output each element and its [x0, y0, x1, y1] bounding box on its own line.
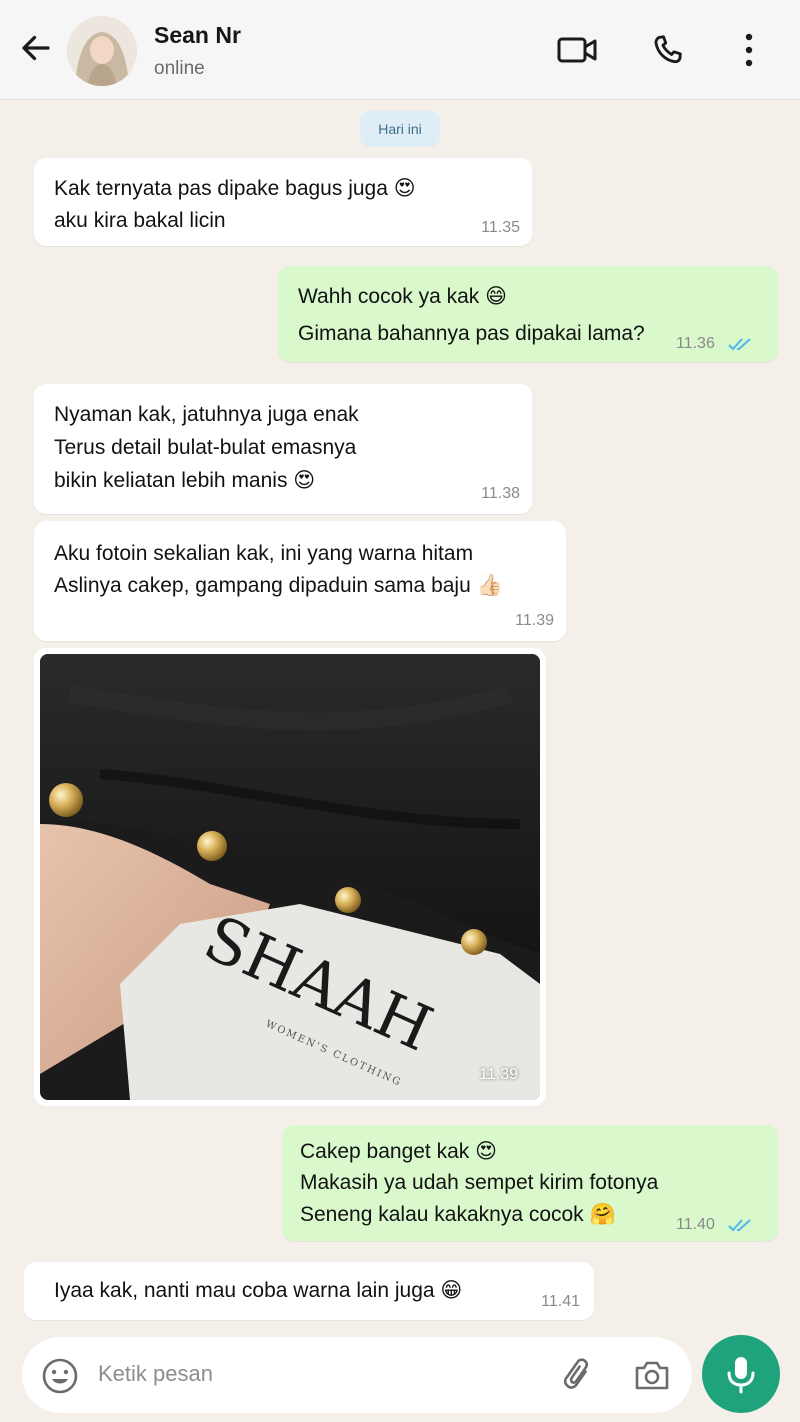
message-line: bikin keliatan lebih manis 😍	[54, 469, 316, 492]
message-line: Kak ternyata pas dipake bagus juga 😍	[54, 177, 416, 200]
mic-icon	[727, 1357, 755, 1394]
voice-record-button[interactable]	[702, 1335, 780, 1413]
message-line: Seneng kalau kakaknya cocok 🤗	[300, 1203, 616, 1226]
message-time: 11.39	[515, 612, 554, 629]
message-line: Gimana bahannya pas dipakai lama?	[298, 322, 645, 345]
message-time: 11.40	[676, 1216, 715, 1233]
message-line: Nyaman kak, jatuhnya juga enak	[54, 403, 359, 426]
emoji-icon	[42, 1358, 78, 1394]
photo-message[interactable]: SHAAH WOMEN'S CLOTHING 11.39	[34, 648, 546, 1106]
message-line: Iyaa kak, nanti mau coba warna lain juga…	[54, 1279, 463, 1302]
avatar[interactable]	[67, 16, 137, 86]
message-line: Aku fotoin sekalian kak, ini yang warna …	[54, 542, 474, 565]
more-vert-icon	[745, 33, 753, 67]
read-ticks-icon	[728, 1219, 751, 1232]
message-time: 11.41	[541, 1293, 580, 1310]
attach-icon	[563, 1358, 589, 1389]
message-composer: Ketik pesan	[22, 1337, 692, 1413]
voice-call-button[interactable]	[646, 28, 690, 72]
photo-image: SHAAH WOMEN'S CLOTHING	[40, 654, 540, 1100]
phone-icon	[654, 35, 682, 64]
attach-button[interactable]	[558, 1355, 598, 1395]
emoji-button[interactable]	[40, 1356, 80, 1396]
camera-button[interactable]	[632, 1355, 672, 1395]
chat-header: Sean Nr online	[0, 0, 800, 100]
message-bubble-outgoing[interactable]: Wahh cocok ya kak 😄 Gimana bahannya pas …	[278, 266, 778, 362]
message-line: Terus detail bulat-bulat emasnya	[54, 436, 357, 459]
avatar-image	[67, 16, 137, 86]
message-line: Wahh cocok ya kak 😄	[298, 285, 508, 308]
back-arrow-icon	[22, 35, 50, 61]
video-call-icon	[557, 37, 597, 63]
back-button[interactable]	[16, 28, 56, 68]
video-call-button[interactable]	[555, 28, 599, 72]
photo-time: 11.39	[479, 1066, 518, 1083]
message-bubble-incoming[interactable]: Aku fotoin sekalian kak, ini yang warna …	[34, 521, 566, 641]
message-bubble-outgoing[interactable]: Cakep banget kak 😍 Makasih ya udah sempe…	[282, 1125, 778, 1241]
contact-name[interactable]: Sean Nr	[154, 22, 241, 49]
read-ticks-icon	[728, 338, 751, 351]
message-time: 11.38	[481, 485, 520, 502]
camera-icon	[635, 1361, 669, 1390]
message-line: Aslinya cakep, gampang dipaduin sama baj…	[54, 574, 503, 597]
shared-photo[interactable]: SHAAH WOMEN'S CLOTHING 11.39	[40, 654, 540, 1100]
message-bubble-incoming[interactable]: Nyaman kak, jatuhnya juga enak Terus det…	[34, 384, 532, 514]
message-input[interactable]: Ketik pesan	[98, 1361, 213, 1387]
message-line: aku kira bakal licin	[54, 209, 226, 232]
message-bubble-incoming[interactable]: Iyaa kak, nanti mau coba warna lain juga…	[24, 1262, 594, 1320]
message-time: 11.36	[676, 335, 715, 352]
message-line: Makasih ya udah sempet kirim fotonya	[300, 1171, 659, 1194]
contact-status: online	[154, 58, 205, 79]
message-bubble-incoming[interactable]: Kak ternyata pas dipake bagus juga 😍 aku…	[34, 158, 532, 246]
message-line: Cakep banget kak 😍	[300, 1140, 498, 1163]
date-chip: Hari ini	[360, 111, 440, 147]
message-time: 11.35	[481, 219, 520, 236]
more-options-button[interactable]	[727, 28, 771, 72]
